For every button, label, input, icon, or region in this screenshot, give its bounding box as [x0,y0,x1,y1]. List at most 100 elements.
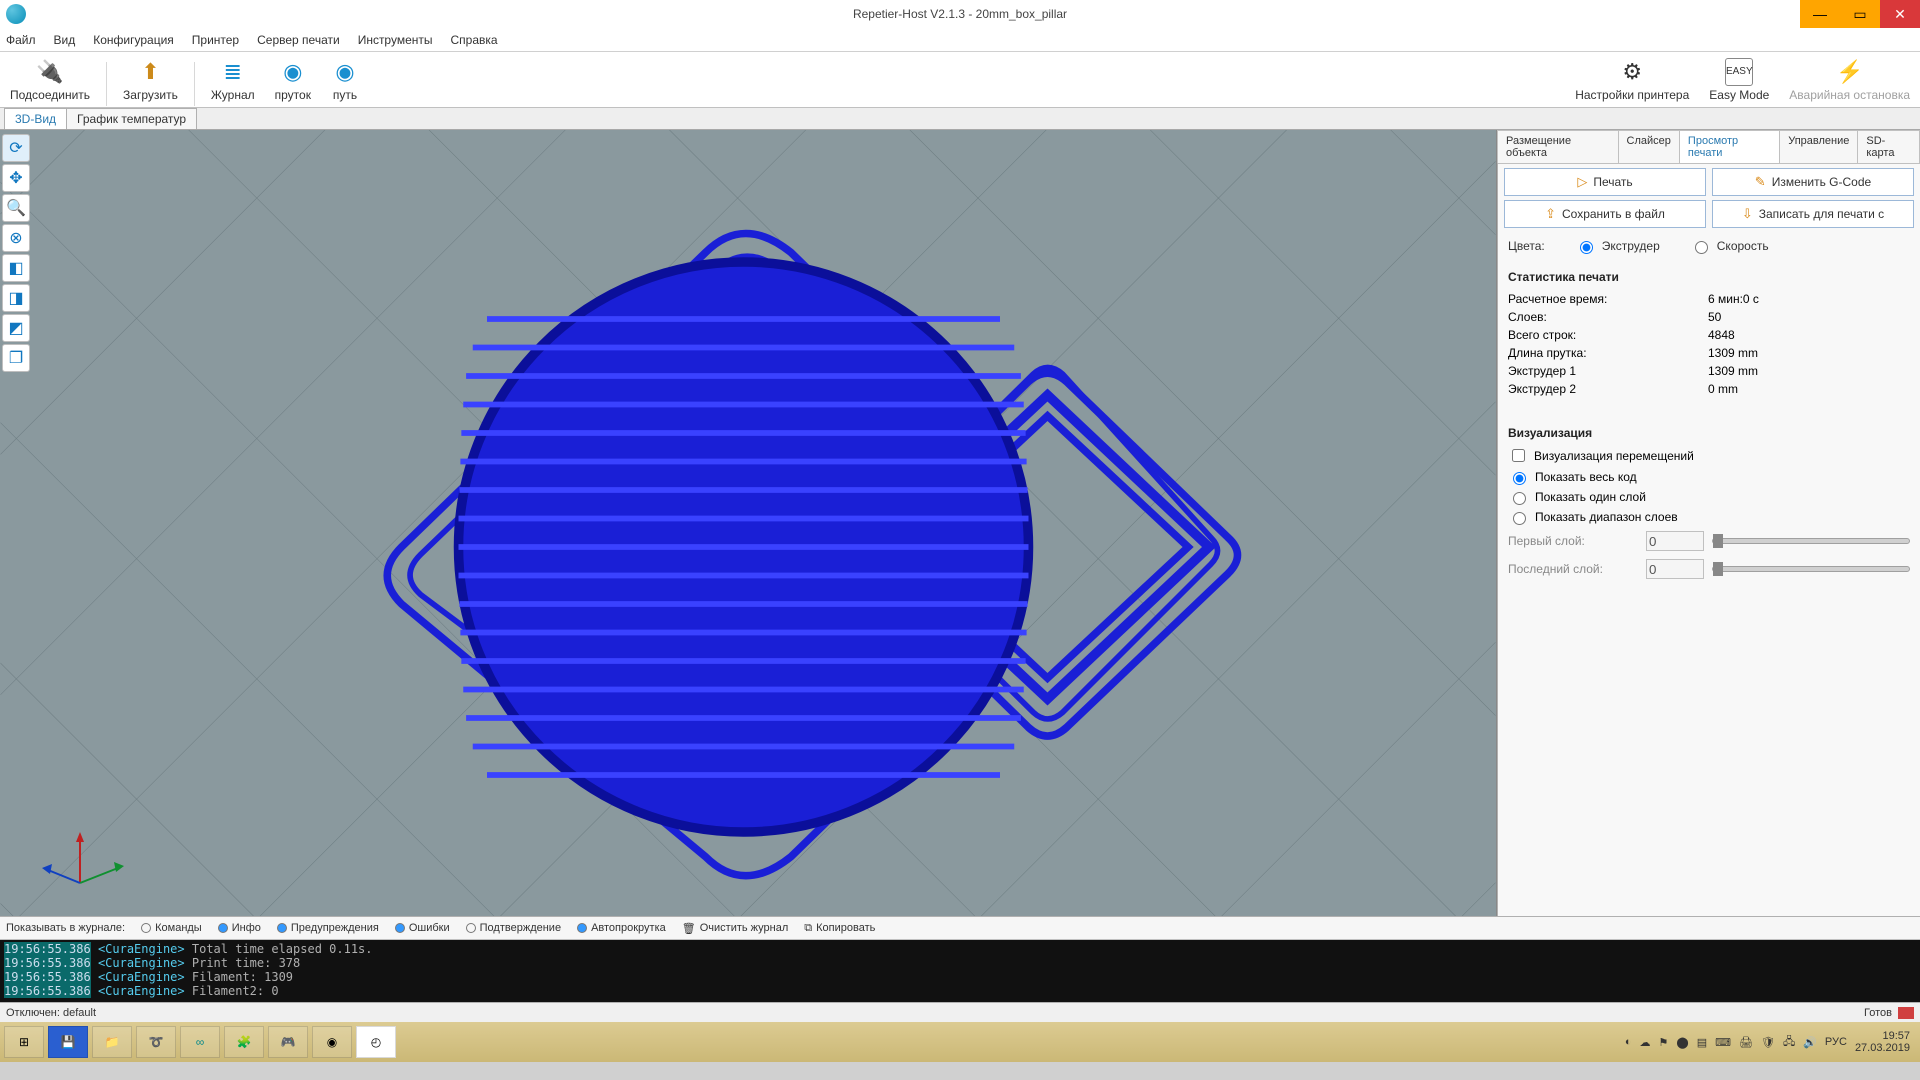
rotate-tool[interactable]: ⟳ [2,134,30,162]
menu-file[interactable]: Файл [6,33,36,47]
view-tab-bar: 3D-Вид График температур [0,108,1920,130]
fit-tool[interactable]: ⊗ [2,224,30,252]
menu-printserver[interactable]: Сервер печати [257,33,340,47]
app-status-bar: Отключен: default Готов [0,1002,1920,1022]
log-panel[interactable]: 19:56:55.386 <CuraEngine> Total time ela… [0,940,1920,1002]
tray-lang[interactable]: РУС [1825,1036,1847,1048]
menu-config[interactable]: Конфигурация [93,33,174,47]
tab-temperature[interactable]: График температур [66,108,197,129]
tab-manual-control[interactable]: Управление [1779,130,1858,163]
print-button[interactable]: ▷Печать [1504,168,1706,196]
filament-button[interactable]: ◉ пруток [265,54,321,106]
show-single-radio[interactable]: Показать один слой [1508,489,1910,505]
tab-3d-view[interactable]: 3D-Вид [4,108,67,129]
tray-icon[interactable]: ⚑ [1659,1036,1669,1049]
tray-icon[interactable]: ▤ [1697,1036,1707,1049]
log-copy-button[interactable]: ⧉Копировать [804,922,875,935]
log-filter-ack[interactable]: Подтверждение [466,922,561,934]
menu-tools[interactable]: Инструменты [358,33,433,47]
tray-icon[interactable]: ⌨ [1715,1036,1731,1049]
plug-icon: 🔌 [36,58,64,86]
tray-icon[interactable]: ☁ [1640,1036,1651,1049]
easy-mode-button[interactable]: EASY Easy Mode [1699,54,1779,106]
viz-header: Визуализация [1504,420,1914,442]
show-all-radio[interactable]: Показать весь код [1508,469,1910,485]
taskbar-gamepad-icon[interactable]: 🎮 [268,1026,308,1058]
last-layer-slider[interactable] [1712,566,1910,572]
color-speed-radio[interactable]: Скорость [1690,238,1769,254]
front-view-tool[interactable]: ◨ [2,284,30,312]
log-filter-errors[interactable]: Ошибки [395,922,450,934]
iso-view-tool[interactable]: ◧ [2,254,30,282]
start-button[interactable]: ⊞ [4,1026,44,1058]
log-clear-button[interactable]: 🗑Очистить журнал [682,922,789,935]
main-toolbar: 🔌 Подсоединить ⬆︎ Загрузить ≣ Журнал ◉ п… [0,52,1920,108]
tab-slicer[interactable]: Слайсер [1618,130,1680,163]
taskbar-app1-icon[interactable]: ➰ [136,1026,176,1058]
gear-icon: ⚙ [1618,58,1646,86]
3d-viewport[interactable]: ⟳ ✥ 🔍 ⊗ ◧ ◨ ◩ ❐ [0,130,1497,916]
save-file-button[interactable]: ⇪Сохранить в файл [1504,200,1706,228]
menu-bar: Файл Вид Конфигурация Принтер Сервер печ… [0,28,1920,52]
tray-icon[interactable]: 🔊 [1803,1036,1817,1049]
app-icon [6,4,26,24]
tray-clock[interactable]: 19:5727.03.2019 [1855,1030,1910,1054]
axis-gizmo [40,828,130,898]
log-filter-commands[interactable]: Команды [141,922,202,934]
show-range-radio[interactable]: Показать диапазон слоев [1508,509,1910,525]
tray-icon[interactable]: 🖨 [1739,1036,1753,1049]
log-button[interactable]: ≣ Журнал [201,54,265,106]
tray-icon[interactable]: 🖧 [1783,1033,1795,1052]
tray-icon[interactable]: ◐ [1625,1036,1632,1048]
log-label: Показывать в журнале: [6,922,125,934]
log-filter-warnings[interactable]: Предупреждения [277,922,379,934]
close-button[interactable]: ✕ [1880,0,1920,28]
tray-icon[interactable]: 🛡 [1761,1036,1775,1049]
window-titlebar: Repetier-Host V2.1.3 - 20mm_box_pillar —… [0,0,1920,28]
maximize-button[interactable]: ▭ [1840,0,1880,28]
printer-settings-button[interactable]: ⚙ Настройки принтера [1565,54,1699,106]
taskbar-app2-icon[interactable]: 🧩 [224,1026,264,1058]
taskbar-save-icon[interactable]: 💾 [48,1026,88,1058]
taskbar-repetier-icon[interactable]: ◴ [356,1026,396,1058]
tab-object-placement[interactable]: Размещение объекта [1497,130,1619,163]
menu-view[interactable]: Вид [54,33,76,47]
path-button[interactable]: ◉ путь [321,54,369,106]
ready-status: Готов [1864,1007,1892,1019]
minimize-button[interactable]: — [1800,0,1840,28]
taskbar-arduino-icon[interactable]: ∞ [180,1026,220,1058]
first-layer-label: Первый слой: [1508,534,1638,548]
top-view-tool[interactable]: ◩ [2,314,30,342]
tab-print-preview[interactable]: Просмотр печати [1679,130,1780,163]
tray-icon[interactable]: ⬤ [1676,1036,1688,1049]
tab-sd-card[interactable]: SD-карта [1857,130,1920,163]
connect-button[interactable]: 🔌 Подсоединить [0,54,100,106]
menu-help[interactable]: Справка [451,33,498,47]
emergency-stop-button[interactable]: ⚡ Аварийная остановка [1779,54,1920,106]
connection-status: Отключен: default [6,1007,96,1019]
last-layer-label: Последний слой: [1508,562,1638,576]
easy-icon: EASY [1725,58,1753,86]
save-sd-button[interactable]: ⇩Записать для печати с [1712,200,1914,228]
right-tab-bar: Размещение объекта Слайсер Просмотр печа… [1498,130,1920,164]
edit-icon: ✎ [1755,174,1766,190]
window-title: Repetier-Host V2.1.3 - 20mm_box_pillar [853,7,1067,21]
last-layer-input[interactable] [1646,559,1704,579]
first-layer-input[interactable] [1646,531,1704,551]
taskbar-chrome-icon[interactable]: ◉ [312,1026,352,1058]
stats-table: Расчетное время:6 мин:0 с Слоев:50 Всего… [1504,290,1914,398]
show-travel-checkbox[interactable]: Визуализация перемещений [1508,446,1910,465]
copy-icon: ⧉ [804,922,812,935]
menu-printer[interactable]: Принтер [192,33,239,47]
first-layer-slider[interactable] [1712,538,1910,544]
log-filter-info[interactable]: Инфо [218,922,261,934]
color-extruder-radio[interactable]: Экструдер [1575,238,1660,254]
zoom-tool[interactable]: 🔍 [2,194,30,222]
log-autoscroll[interactable]: Автопрокрутка [577,922,666,934]
system-tray: ◐ ☁ ⚑ ⬤ ▤ ⌨ 🖨 🛡 🖧 🔊 РУС 19:5727.03.2019 [1625,1030,1916,1054]
edit-gcode-button[interactable]: ✎Изменить G-Code [1712,168,1914,196]
load-button[interactable]: ⬆︎ Загрузить [113,54,188,106]
taskbar-explorer-icon[interactable]: 📁 [92,1026,132,1058]
parallel-view-tool[interactable]: ❐ [2,344,30,372]
move-tool[interactable]: ✥ [2,164,30,192]
